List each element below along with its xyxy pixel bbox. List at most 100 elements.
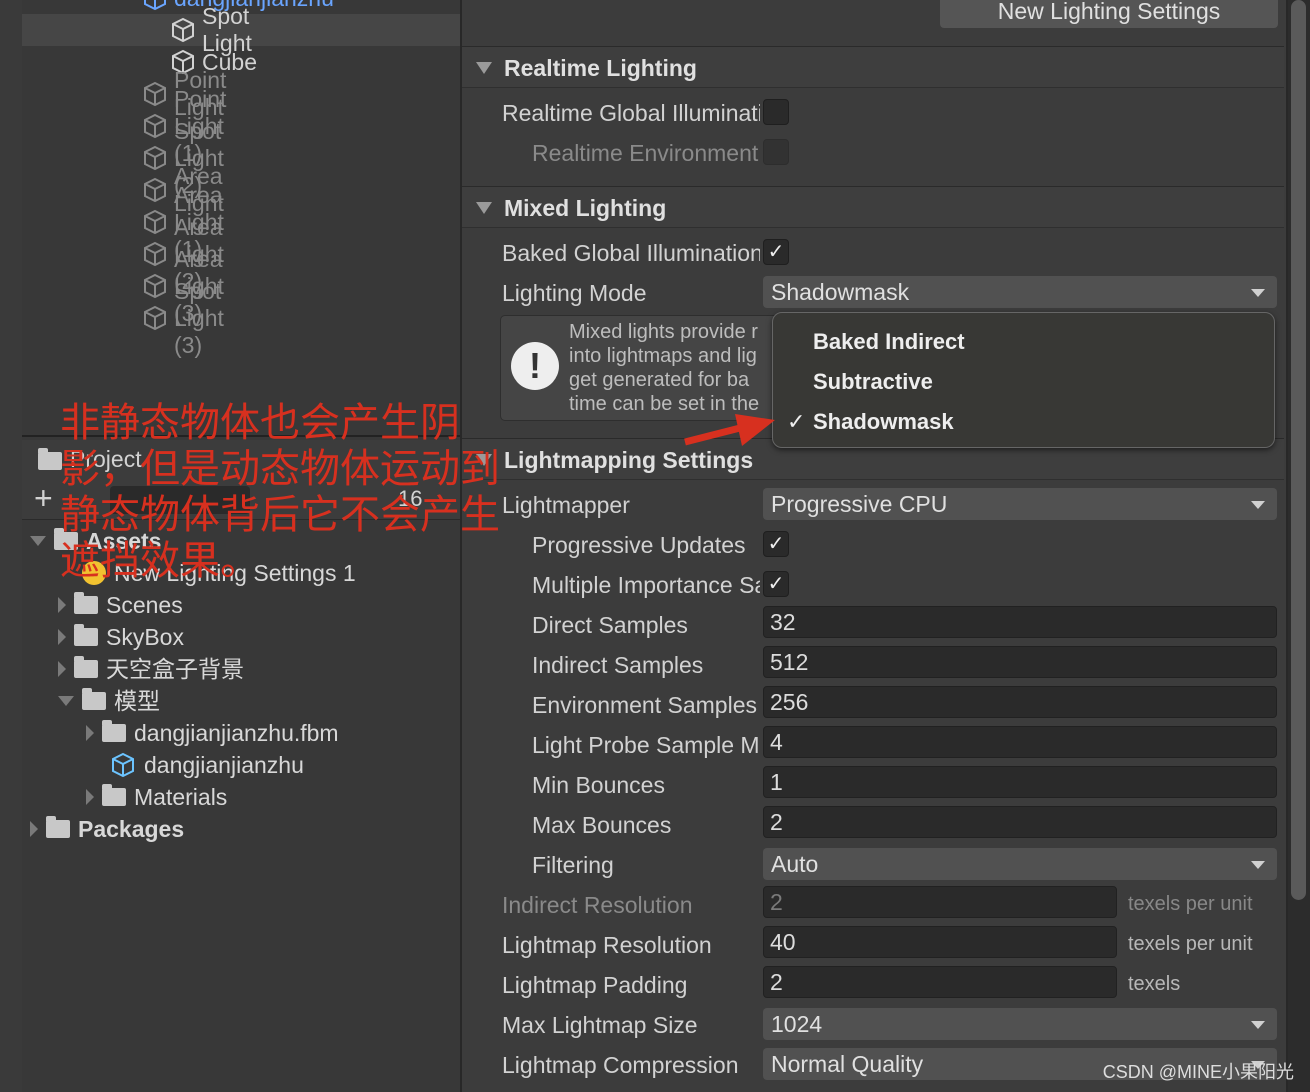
watermark: CSDN @MINE小果阳光 [1102, 1062, 1294, 1082]
setting-input[interactable]: 32 [763, 606, 1277, 638]
setting-label: Light Probe Sample Multiplier [532, 732, 760, 758]
hierarchy-item[interactable]: Spot Light (3) [142, 278, 224, 358]
folder-icon [102, 784, 126, 806]
project-item-label: 天空盒子背景 [106, 656, 244, 682]
new-lighting-settings-button[interactable]: New Lighting Settings [940, 0, 1278, 28]
gameobject-icon [142, 209, 168, 235]
section-title: Realtime Lighting [504, 55, 697, 81]
expand-arrow-icon[interactable] [86, 725, 94, 741]
help-text: Mixed lights provide r into lightmaps an… [569, 320, 759, 416]
gameobject-icon [170, 17, 196, 43]
indirect-resolution-input[interactable]: 2 [763, 886, 1117, 918]
expand-arrow-icon[interactable] [58, 696, 74, 706]
gameobject-icon [142, 241, 168, 267]
realtime-gi-label: Realtime Global Illumination [502, 100, 760, 126]
hierarchy-item[interactable]: Spot Light [170, 3, 252, 56]
gameobject-icon [142, 305, 168, 331]
project-item-label: dangjianjianzhu [144, 752, 304, 778]
folder-icon [102, 720, 126, 742]
warning-icon: ! [511, 342, 559, 390]
project-item[interactable]: 模型 [58, 685, 160, 717]
max-lightmap-size-label: Max Lightmap Size [502, 1012, 698, 1038]
project-item[interactable]: SkyBox [58, 621, 184, 653]
add-icon[interactable]: + [34, 480, 53, 517]
expand-arrow-icon[interactable] [86, 789, 94, 805]
project-item-label: 模型 [114, 688, 160, 714]
realtime-env-checkbox[interactable] [763, 139, 789, 165]
section-title: Mixed Lighting [504, 195, 667, 221]
lightmapper-dropdown[interactable]: Progressive CPU [763, 488, 1277, 520]
gameobject-icon [142, 145, 168, 171]
popup-option-subtractive[interactable]: Subtractive [813, 369, 933, 395]
folder-icon [46, 816, 70, 838]
project-item-label: dangjianjianzhu.fbm [134, 720, 339, 746]
gameobject-icon [142, 177, 168, 203]
section-realtime-lighting[interactable]: Realtime Lighting [462, 46, 1284, 88]
expand-arrow-icon[interactable] [30, 821, 38, 837]
folder-icon [74, 624, 98, 646]
setting-input[interactable]: 1 [763, 766, 1277, 798]
max-lightmap-size-dropdown[interactable]: 1024 [763, 1008, 1277, 1040]
setting-input[interactable]: 256 [763, 686, 1277, 718]
project-item[interactable]: 天空盒子背景 [58, 653, 244, 685]
filtering-dropdown[interactable]: Auto [763, 848, 1277, 880]
lightmap-resolution-unit: texels per unit [1128, 933, 1253, 955]
project-item-label: Materials [134, 784, 228, 810]
lightmap-padding-input[interactable]: 2 [763, 966, 1117, 998]
gameobject-icon [142, 113, 168, 139]
checkmark-icon: ✓ [787, 409, 806, 434]
expand-arrow-icon[interactable] [58, 597, 66, 613]
lighting-mode-popup: Baked Indirect Subtractive ✓ Shadowmask [772, 312, 1275, 448]
progressive-updates-checkbox[interactable]: ✓ [763, 531, 789, 557]
project-item[interactable]: Materials [86, 781, 227, 813]
mis-label: Multiple Importance Sampling [532, 572, 760, 598]
folder-icon [74, 656, 98, 678]
indirect-resolution-label: Indirect Resolution [502, 892, 693, 918]
expand-arrow-icon[interactable] [58, 661, 66, 677]
project-item[interactable]: dangjianjianzhu [86, 749, 304, 781]
setting-input[interactable]: 2 [763, 806, 1277, 838]
setting-label: Indirect Samples [532, 652, 704, 678]
annotation-text: 非静态物体也会产生阴影，但是动态物体运动到静态物体背后它不会产生遮挡效果。 [60, 401, 500, 583]
help-line: into lightmaps and lig [569, 345, 757, 367]
folder-icon [82, 688, 106, 710]
help-line: get generated for ba [569, 369, 750, 391]
lightmap-resolution-input[interactable]: 40 [763, 926, 1117, 958]
lighting-mode-label: Lighting Mode [502, 280, 647, 306]
realtime-gi-checkbox[interactable] [763, 99, 789, 125]
expand-arrow-icon[interactable] [58, 629, 66, 645]
progressive-updates-label: Progressive Updates [532, 532, 746, 558]
filtering-label: Filtering [532, 852, 614, 878]
gameobject-icon [142, 273, 168, 299]
project-item-label: SkyBox [106, 624, 184, 650]
folder-icon [38, 448, 62, 470]
lightmap-padding-unit: texels [1128, 973, 1181, 995]
project-item[interactable]: Scenes [58, 589, 183, 621]
hierarchy-item-label: Spot Light (3) [174, 277, 224, 358]
baked-gi-checkbox[interactable]: ✓ [763, 239, 789, 265]
hierarchy-item-label: dangjianjianzhu [174, 0, 334, 12]
setting-input[interactable]: 512 [763, 646, 1277, 678]
project-item-label: Scenes [106, 592, 183, 618]
mis-checkbox[interactable]: ✓ [763, 571, 789, 597]
lighting-mode-dropdown[interactable]: Shadowmask [763, 276, 1277, 308]
project-item[interactable]: Packages [30, 813, 184, 845]
popup-option-baked-indirect[interactable]: Baked Indirect [813, 329, 965, 355]
project-item-label: Packages [78, 816, 185, 842]
indirect-resolution-unit: texels per unit [1128, 893, 1253, 915]
scene-view-edge [0, 0, 22, 1092]
project-item[interactable]: dangjianjianzhu.fbm [86, 717, 339, 749]
prefab-icon [110, 752, 136, 778]
baked-gi-label: Baked Global Illumination [502, 240, 760, 266]
setting-input[interactable]: 4 [763, 726, 1277, 758]
gameobject-icon [142, 81, 168, 107]
scrollbar-thumb[interactable] [1291, 0, 1306, 900]
setting-label: Min Bounces [532, 772, 665, 798]
folder-icon [74, 592, 98, 614]
popup-option-shadowmask[interactable]: Shadowmask [813, 409, 954, 435]
arrow-annotation [684, 414, 775, 446]
section-mixed-lighting[interactable]: Mixed Lighting [462, 186, 1284, 228]
expand-arrow-icon[interactable] [30, 536, 46, 546]
setting-label: Max Bounces [532, 812, 672, 838]
setting-label: Direct Samples [532, 612, 688, 638]
